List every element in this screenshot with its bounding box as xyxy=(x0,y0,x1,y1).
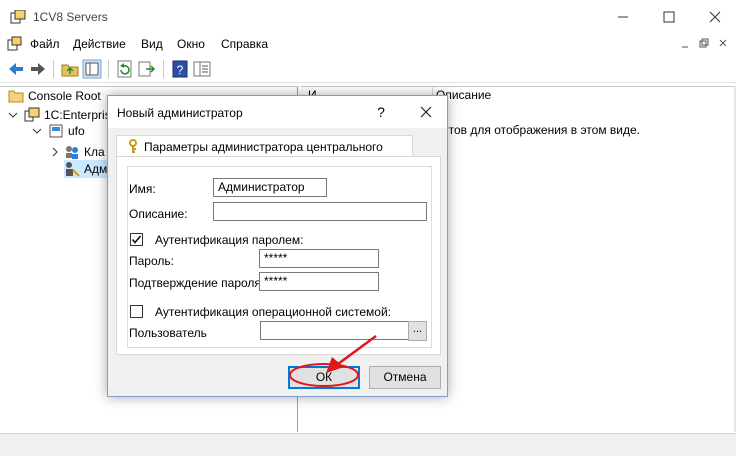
tree-item-ufo[interactable]: ufo xyxy=(32,122,85,140)
users-icon xyxy=(66,146,78,159)
password-auth-checkbox[interactable] xyxy=(130,233,143,246)
properties-icon[interactable] xyxy=(192,59,212,79)
key-icon xyxy=(129,139,137,153)
up-folder-icon[interactable] xyxy=(60,59,80,79)
export-list-icon[interactable] xyxy=(137,59,157,79)
toolbar-separator xyxy=(163,60,164,78)
dialog-help-button[interactable]: ? xyxy=(371,102,391,122)
menu-window[interactable]: Окно xyxy=(177,37,205,51)
tree-item-label: Кла xyxy=(84,145,105,159)
menu-file[interactable]: Файл xyxy=(30,37,60,51)
password-label: Пароль: xyxy=(129,254,174,268)
password-auth-label: Аутентификация паролем: xyxy=(155,233,304,247)
minimize-icon xyxy=(618,16,628,18)
browse-user-button[interactable]: ... xyxy=(408,321,427,341)
maximize-button[interactable] xyxy=(646,0,692,34)
os-auth-label: Аутентификация операционной системой: xyxy=(155,305,392,319)
app-icon xyxy=(10,10,26,24)
dialog-title: Новый администратор xyxy=(117,106,243,120)
mdi-window-controls[interactable] xyxy=(680,37,732,51)
toolbar xyxy=(0,56,736,83)
dialog-close-icon[interactable] xyxy=(416,102,436,122)
toolbar-separator xyxy=(108,60,109,78)
administrator-icon xyxy=(66,162,80,177)
minimize-button[interactable] xyxy=(600,0,646,34)
back-arrow-icon[interactable] xyxy=(6,59,26,79)
cluster-icon xyxy=(49,124,63,138)
server-icon xyxy=(24,107,40,122)
close-icon xyxy=(709,11,721,23)
password-input[interactable]: ***** xyxy=(259,249,379,268)
os-auth-checkbox[interactable] xyxy=(130,305,143,318)
chevron-right-icon xyxy=(52,147,58,157)
tree-item-label: Console Root xyxy=(28,89,101,103)
description-label: Описание: xyxy=(129,207,188,221)
tree-item-label: Адм xyxy=(84,162,108,176)
user-label: Пользователь xyxy=(129,326,207,340)
close-button[interactable] xyxy=(692,0,736,34)
tree-item-label: ufo xyxy=(68,124,85,138)
help-icon[interactable]: ? xyxy=(170,59,190,79)
new-administrator-dialog: Новый администратор ? Параметры админист… xyxy=(107,95,448,397)
description-input[interactable] xyxy=(213,202,427,221)
status-bar xyxy=(0,433,736,456)
password-confirm-label: Подтверждение пароля: xyxy=(129,276,265,290)
red-arrow-annotation xyxy=(326,334,377,373)
folder-icon xyxy=(8,90,24,103)
name-label: Имя: xyxy=(129,182,156,196)
chevron-down-icon xyxy=(8,112,18,118)
svg-text:?: ? xyxy=(177,63,184,77)
empty-list-message: нтов для отображения в этом виде. xyxy=(442,123,641,137)
window-title: 1CV8 Servers xyxy=(33,10,108,24)
menu-help[interactable]: Справка xyxy=(221,37,268,51)
tree-item-clusters[interactable]: Кла xyxy=(50,143,105,161)
chevron-down-icon xyxy=(32,128,42,134)
menu-view[interactable]: Вид xyxy=(141,37,163,51)
window-titlebar: 1CV8 Servers xyxy=(0,0,736,34)
maximize-icon xyxy=(663,11,675,23)
refresh-icon[interactable] xyxy=(115,59,135,79)
password-confirm-input[interactable]: ***** xyxy=(259,272,379,291)
dialog-titlebar: Новый администратор ? xyxy=(108,96,447,128)
toolbar-separator xyxy=(53,60,54,78)
document-menu-icon[interactable] xyxy=(6,36,22,52)
checkmark-icon xyxy=(131,235,142,244)
tree-item-console-root[interactable]: Console Root xyxy=(8,87,101,105)
menu-action[interactable]: Действие xyxy=(73,37,126,51)
forward-arrow-icon[interactable] xyxy=(28,59,48,79)
name-input[interactable]: Администратор xyxy=(213,178,327,197)
tab-admin-parameters[interactable]: Параметры администратора центрального се… xyxy=(116,135,413,168)
tree-item-administrators[interactable]: Адм xyxy=(64,160,112,178)
show-hide-tree-icon[interactable] xyxy=(82,59,102,79)
